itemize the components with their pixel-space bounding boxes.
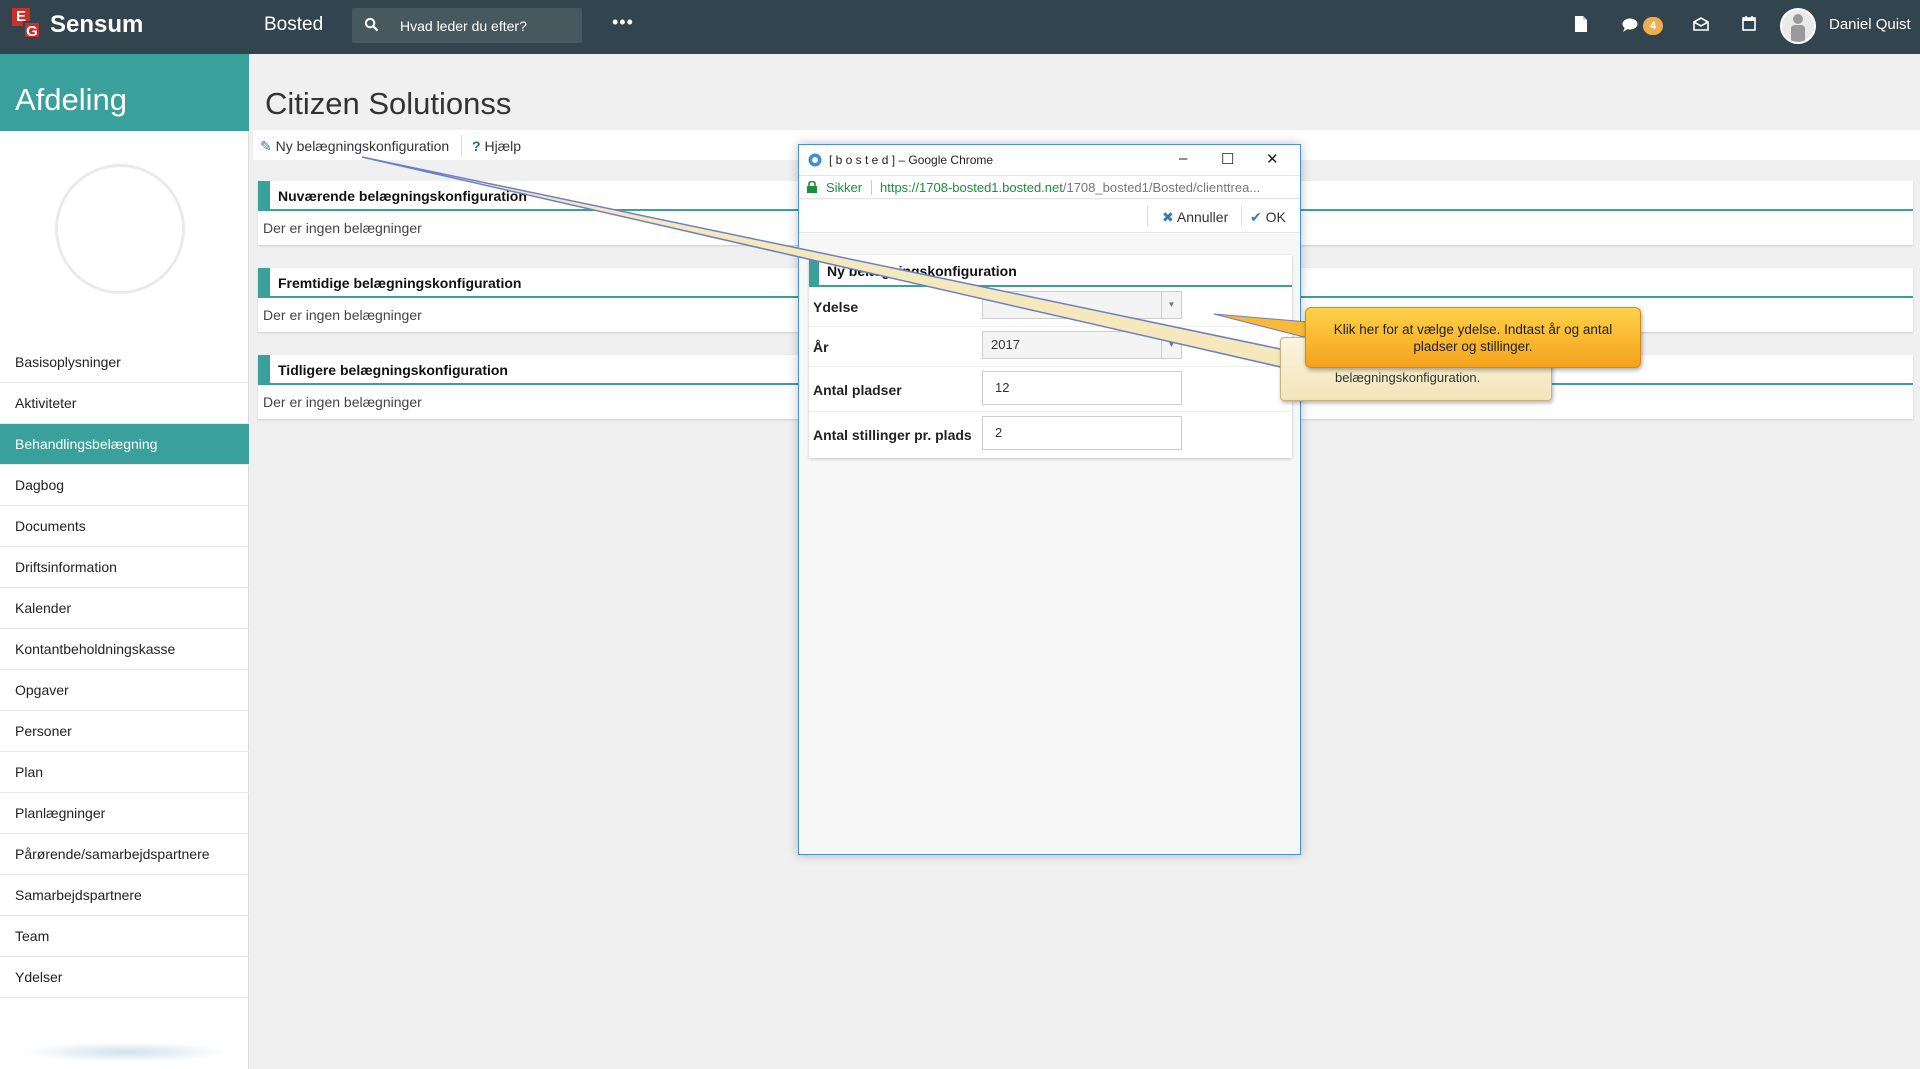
callout-pointers bbox=[361, 156, 1309, 369]
front-callout-pointer bbox=[1213, 313, 1309, 339]
front-callout: Klik her for at vælge ydelse. Indtast år… bbox=[1305, 307, 1641, 368]
back-callout-pointer bbox=[361, 156, 1286, 369]
back-callout-text: belægningskonfiguration. bbox=[1335, 370, 1481, 385]
